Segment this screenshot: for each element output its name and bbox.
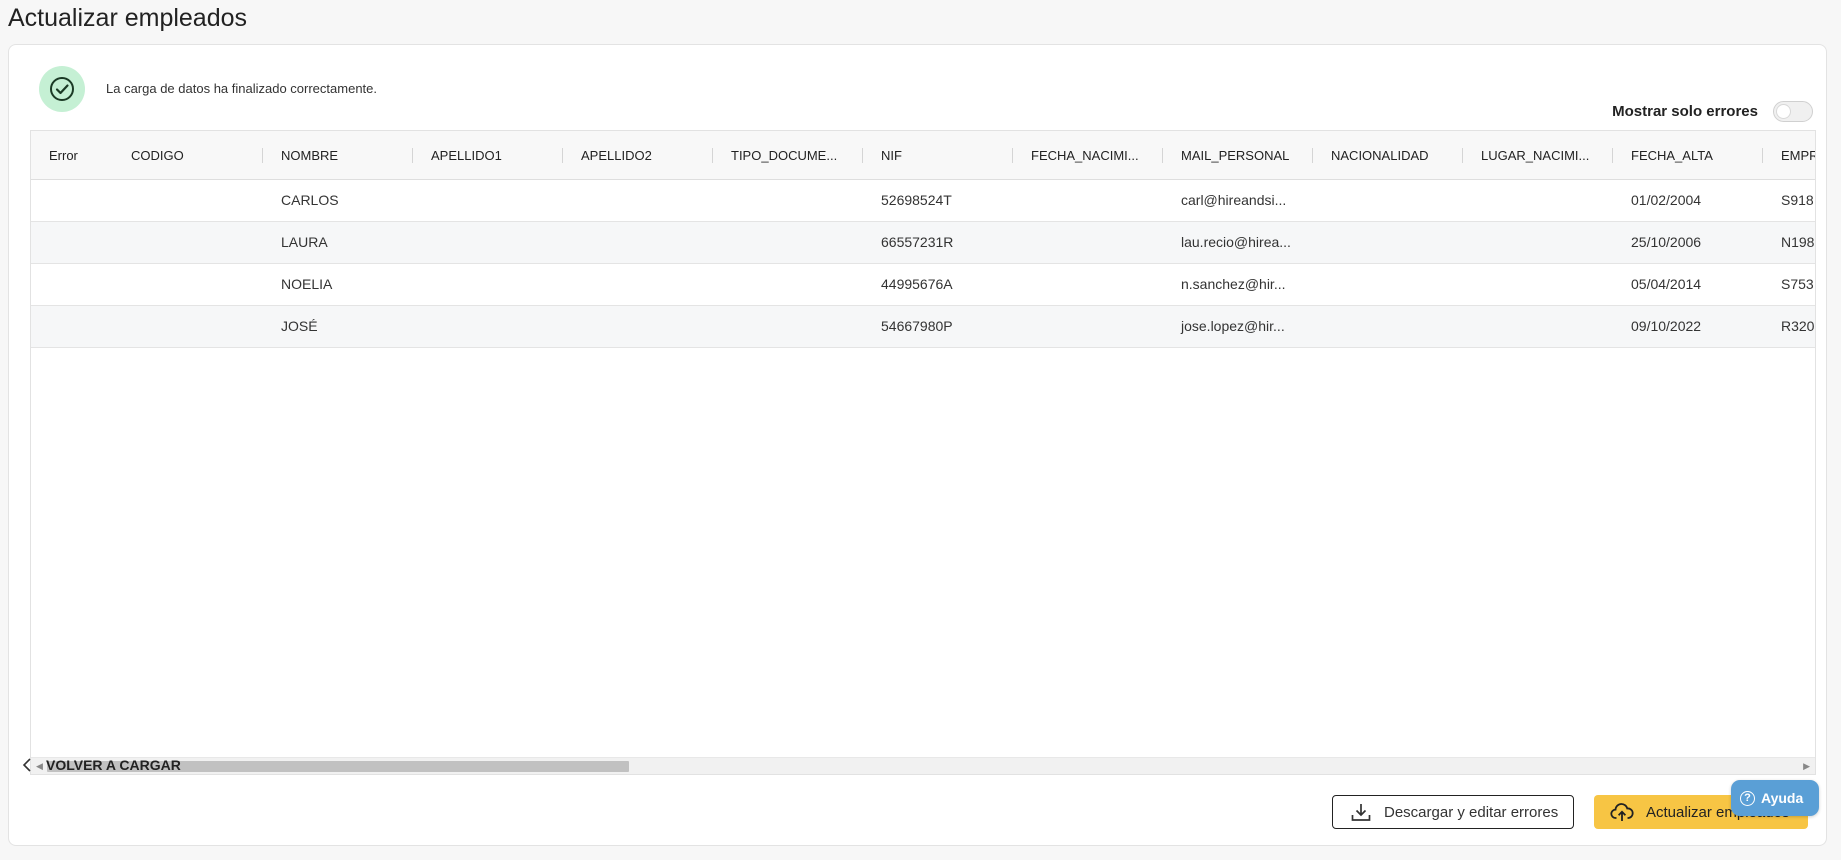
table-cell bbox=[1313, 264, 1463, 305]
table-cell bbox=[31, 180, 113, 221]
table-cell: R320 bbox=[1781, 318, 1815, 334]
table-cell: 52698524T bbox=[881, 192, 952, 208]
table-cell bbox=[413, 222, 563, 263]
horizontal-scrollbar[interactable]: ◀ ▶ bbox=[31, 757, 1815, 774]
table-cell bbox=[1013, 222, 1163, 263]
table-cell bbox=[713, 264, 863, 305]
table-cell bbox=[1013, 180, 1163, 221]
errors-only-toggle[interactable] bbox=[1773, 101, 1813, 122]
upload-result-panel: La carga de datos ha finalizado correcta… bbox=[8, 44, 1827, 846]
toggle-knob bbox=[1776, 104, 1791, 119]
table-cell: 25/10/2006 bbox=[1631, 234, 1702, 250]
table-cell: JOSÉ bbox=[281, 318, 318, 334]
table-cell bbox=[31, 264, 113, 305]
table-cell: LAURA bbox=[281, 234, 328, 250]
table-cell bbox=[1313, 306, 1463, 347]
table-header: Error CODIGO NOMBRE APELLIDO1 APELLIDO2 TIPO_… bbox=[31, 131, 1815, 180]
table-cell bbox=[1313, 180, 1463, 221]
table-cell bbox=[563, 264, 713, 305]
table-cell: n.sanchez@hir... bbox=[1181, 276, 1286, 292]
table-cell: S753 bbox=[1781, 276, 1814, 292]
table-cell: 05/04/2014 bbox=[1631, 276, 1702, 292]
table-cell bbox=[113, 222, 263, 263]
table-cell: jose.lopez@hir... bbox=[1181, 318, 1285, 334]
table-cell: S918 bbox=[1781, 192, 1814, 208]
table-cell bbox=[1463, 264, 1613, 305]
table-cell: CARLOS bbox=[281, 192, 339, 208]
column-header[interactable]: TIPO_DOCUME... bbox=[713, 131, 863, 180]
scroll-right-icon[interactable]: ▶ bbox=[1803, 761, 1810, 772]
table-cell bbox=[1013, 264, 1163, 305]
table-cell bbox=[413, 306, 563, 347]
table-cell bbox=[563, 180, 713, 221]
table-cell: N198 bbox=[1781, 234, 1815, 250]
table-cell bbox=[113, 180, 263, 221]
table-row[interactable]: JOSÉ 54667980P jose.lopez@hir... 09/10/2022… bbox=[31, 306, 1815, 348]
cloud-upload-icon bbox=[1610, 803, 1634, 821]
table-cell: carl@hireandsi... bbox=[1181, 192, 1287, 208]
table-cell: 66557231R bbox=[881, 234, 954, 250]
column-header[interactable]: CODIGO bbox=[113, 131, 263, 180]
table-cell bbox=[563, 222, 713, 263]
table-cell: 54667980P bbox=[881, 318, 953, 334]
table-cell bbox=[563, 306, 713, 347]
table-cell: lau.recio@hirea... bbox=[1181, 234, 1291, 250]
table-cell bbox=[1013, 306, 1163, 347]
table-cell bbox=[713, 180, 863, 221]
download-errors-label: Descargar y editar errores bbox=[1384, 803, 1559, 821]
table-row[interactable]: NOELIA 44995676A n.sanchez@hir... 05/04/201… bbox=[31, 264, 1815, 306]
page-title: Actualizar empleados bbox=[8, 4, 248, 32]
employees-table: Error CODIGO NOMBRE APELLIDO1 APELLIDO2 TIPO_… bbox=[30, 130, 1816, 775]
column-header[interactable]: NOMBRE bbox=[263, 131, 413, 180]
column-header[interactable]: NACIONALIDAD bbox=[1313, 131, 1463, 180]
column-header[interactable]: MAIL_PERSONAL bbox=[1163, 131, 1313, 180]
reload-back-label: VOLVER A CARGAR bbox=[46, 757, 181, 773]
column-header[interactable]: EMPR bbox=[1763, 131, 1815, 180]
column-header[interactable]: NIF bbox=[863, 131, 1013, 180]
column-header[interactable]: FECHA_ALTA bbox=[1613, 131, 1763, 180]
table-cell bbox=[413, 264, 563, 305]
column-header[interactable]: FECHA_NACIMI... bbox=[1013, 131, 1163, 180]
table-cell bbox=[31, 306, 113, 347]
column-header[interactable]: LUGAR_NACIMI... bbox=[1463, 131, 1613, 180]
table-cell bbox=[1313, 222, 1463, 263]
table-cell bbox=[413, 180, 563, 221]
chevron-left-icon bbox=[22, 758, 31, 772]
column-header[interactable]: Error bbox=[31, 131, 113, 180]
download-icon bbox=[1351, 804, 1371, 821]
table-cell bbox=[31, 222, 113, 263]
table-cell: 09/10/2022 bbox=[1631, 318, 1702, 334]
table-cell: 01/02/2004 bbox=[1631, 192, 1702, 208]
reload-back-button[interactable]: VOLVER A CARGAR bbox=[22, 750, 181, 780]
column-header[interactable]: APELLIDO1 bbox=[413, 131, 563, 180]
table-cell bbox=[113, 306, 263, 347]
status-message: La carga de datos ha finalizado correcta… bbox=[106, 81, 378, 96]
table-cell bbox=[1463, 222, 1613, 263]
help-label: Ayuda bbox=[1761, 790, 1804, 806]
table-cell bbox=[1463, 306, 1613, 347]
table-row[interactable]: CARLOS 52698524T carl@hireandsi... 01/02/20… bbox=[31, 180, 1815, 222]
download-errors-button[interactable]: Descargar y editar errores bbox=[1332, 795, 1574, 829]
table-cell bbox=[113, 264, 263, 305]
check-circle-icon bbox=[39, 66, 85, 112]
table-cell bbox=[713, 222, 863, 263]
table-cell bbox=[1463, 180, 1613, 221]
help-button[interactable]: ? Ayuda bbox=[1731, 780, 1819, 816]
table-cell: NOELIA bbox=[281, 276, 333, 292]
table-cell: 44995676A bbox=[881, 276, 953, 292]
errors-only-label: Mostrar solo errores bbox=[1612, 103, 1758, 120]
table-row[interactable]: LAURA 66557231R lau.recio@hirea... 25/10/20… bbox=[31, 222, 1815, 264]
table-cell bbox=[713, 306, 863, 347]
column-header[interactable]: APELLIDO2 bbox=[563, 131, 713, 180]
question-icon: ? bbox=[1740, 790, 1755, 806]
